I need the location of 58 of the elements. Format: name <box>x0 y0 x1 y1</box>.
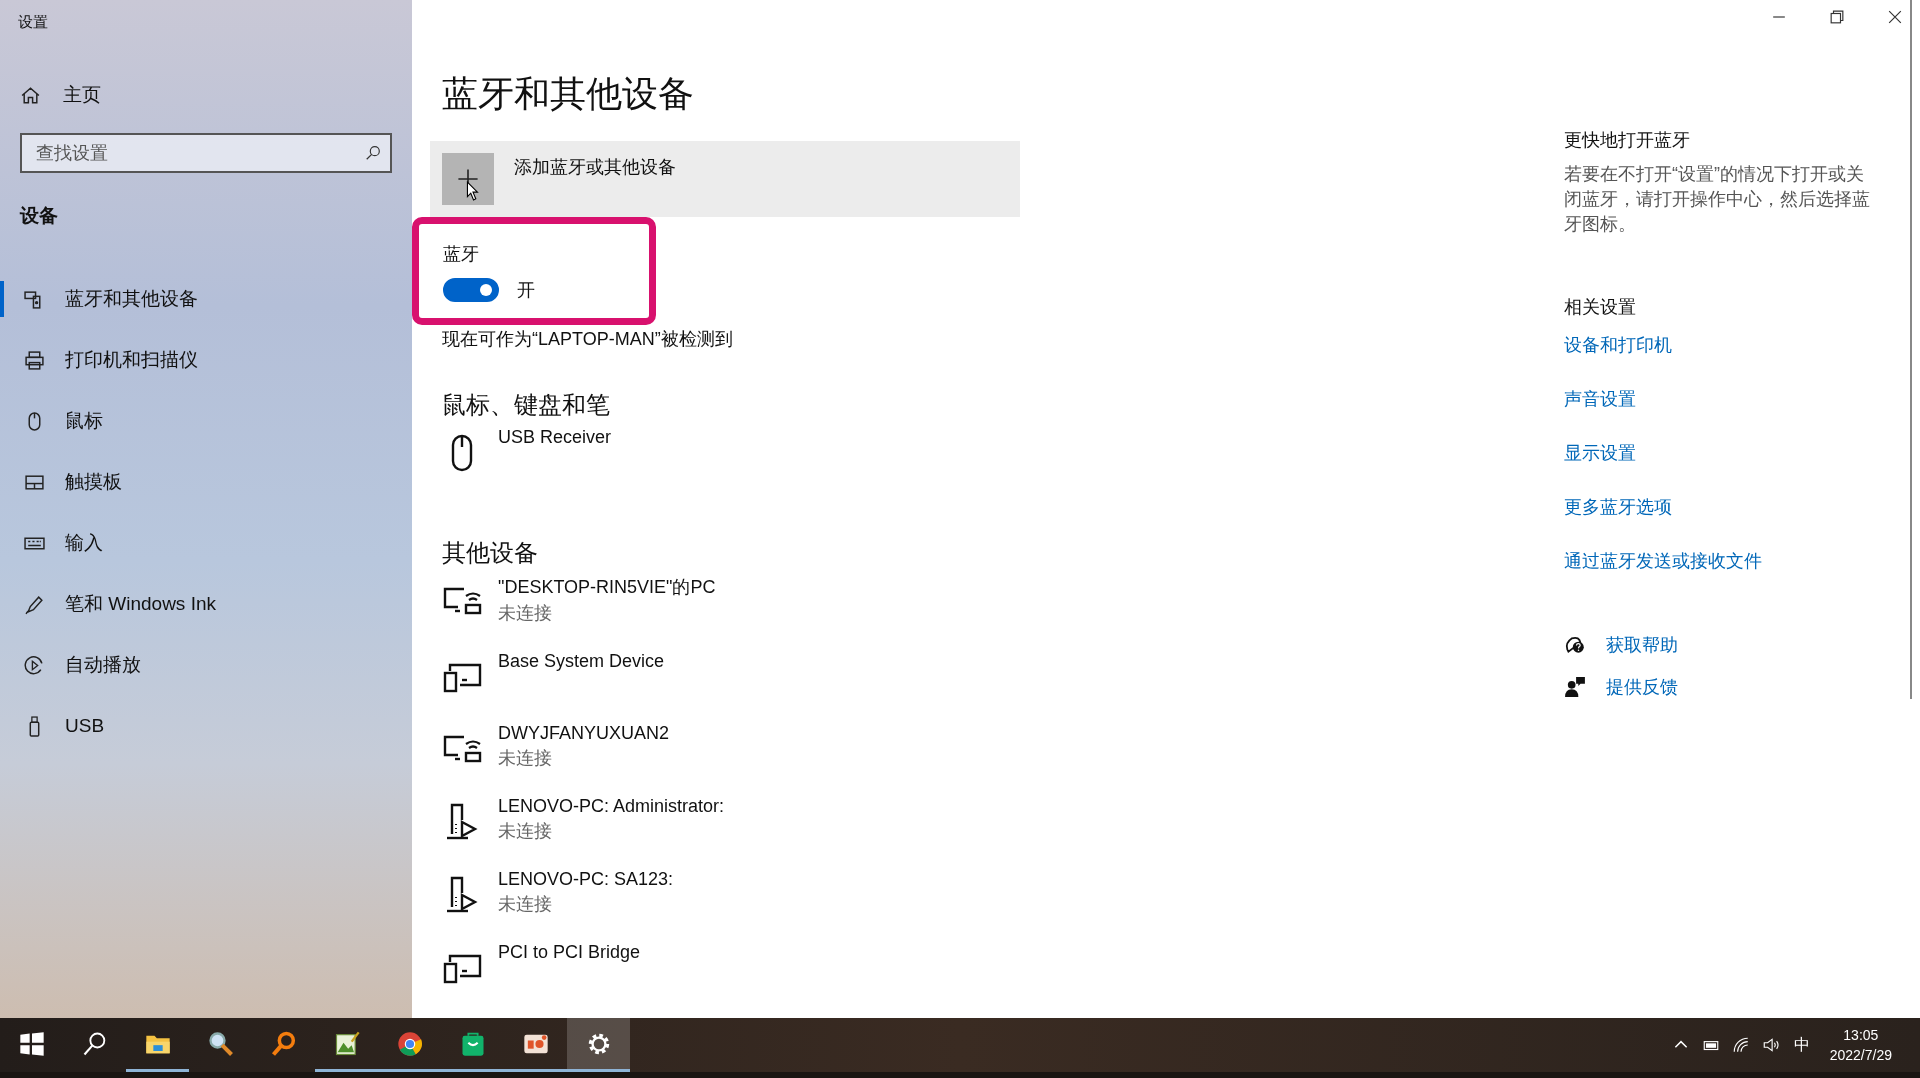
sidebar-item[interactable]: 鼠标 <box>0 403 111 439</box>
clock-date[interactable]: 2022/7/29 <box>1829 1047 1892 1063</box>
restore-icon[interactable] <box>1830 10 1844 24</box>
feedback-person-icon <box>1564 676 1586 698</box>
sidebar-item[interactable]: 蓝牙和其他设备 <box>0 281 206 317</box>
help-link[interactable]: 提供反馈 <box>1606 675 1678 699</box>
related-link[interactable]: 设备和打印机 <box>1564 333 1672 357</box>
help-chat-icon <box>1564 634 1586 656</box>
sidebar-item[interactable]: 打印机和扫描仪 <box>0 342 206 378</box>
plus-icon <box>442 153 494 205</box>
search-field[interactable]: 查找设置 <box>20 133 392 173</box>
device-item[interactable]: "DESKTOP-RIN5VIE"的PC 未连接 <box>442 575 722 625</box>
related-link[interactable]: 声音设置 <box>1564 387 1636 411</box>
sidebar-item[interactable]: 输入 <box>0 525 111 561</box>
device-item[interactable]: Base System Device <box>442 651 671 697</box>
panel-heading: 相关设置 <box>1564 296 1636 319</box>
related-link[interactable]: 更多蓝牙选项 <box>1564 495 1672 519</box>
setting-label: 蓝牙 <box>443 243 479 266</box>
toggle-state: 开 <box>517 279 535 302</box>
speaker-icon[interactable] <box>1761 1036 1780 1054</box>
autoplay-icon <box>24 654 45 676</box>
section-heading: 设备 <box>20 204 58 228</box>
help-paragraph: 若要在不打开“设置”的情况下打开或关闭蓝牙，请打开操作中心，然后选择蓝牙图标。 <box>1564 163 1871 236</box>
home-icon <box>20 84 41 106</box>
magnifier-icon <box>206 1029 235 1058</box>
wifi-icon[interactable] <box>1731 1036 1750 1054</box>
discoverable-text: 现在可作为“LAPTOP-MAN”被检测到 <box>442 328 733 351</box>
related-link[interactable]: 显示设置 <box>1564 441 1636 465</box>
device-item[interactable]: LENOVO-PC: SA123: 未连接 <box>442 869 680 916</box>
device-item[interactable]: DWYJFANYUXUAN2 未连接 <box>442 723 676 770</box>
window-title: 设置 <box>18 13 48 32</box>
section-heading: 鼠标、键盘和笔 <box>442 390 610 420</box>
help-link[interactable]: 获取帮助 <box>1606 633 1678 657</box>
search-icon <box>364 144 382 162</box>
device-item[interactable]: USB Receiver <box>442 427 618 473</box>
home-nav-item[interactable]: 主页 <box>20 82 101 108</box>
section-heading: 其他设备 <box>442 538 538 568</box>
browser-icon <box>395 1029 424 1058</box>
add-device-button[interactable]: 添加蓝牙或其他设备 <box>430 141 1020 217</box>
windows-logo-icon <box>17 1029 46 1058</box>
device-item[interactable]: LENOVO-PC: Administrator: 未连接 <box>442 796 731 843</box>
device-item[interactable]: PCI to PCI Bridge <box>442 942 647 988</box>
related-link[interactable]: 通过蓝牙发送或接收文件 <box>1564 549 1762 573</box>
sidebar-item[interactable]: 触摸板 <box>0 464 130 500</box>
toggle-switch[interactable] <box>443 278 499 302</box>
pen-icon <box>24 593 45 615</box>
printer-icon <box>24 349 45 371</box>
panel-heading: 更快地打开蓝牙 <box>1564 129 1690 152</box>
sidebar-item[interactable]: 自动播放 <box>0 647 149 683</box>
magnifier-icon <box>269 1029 298 1058</box>
clock-time[interactable]: 13:05 <box>1843 1027 1879 1043</box>
input-method-indicator[interactable]: 中 <box>1793 1034 1810 1056</box>
page-title: 蓝牙和其他设备 <box>442 72 694 116</box>
taskbar-button[interactable] <box>567 1018 630 1072</box>
sidebar-item[interactable]: 笔和 Windows Ink <box>0 586 224 622</box>
sidebar-item[interactable]: USB <box>0 708 113 744</box>
cursor-icon <box>466 181 480 201</box>
close-icon[interactable] <box>1888 10 1902 24</box>
